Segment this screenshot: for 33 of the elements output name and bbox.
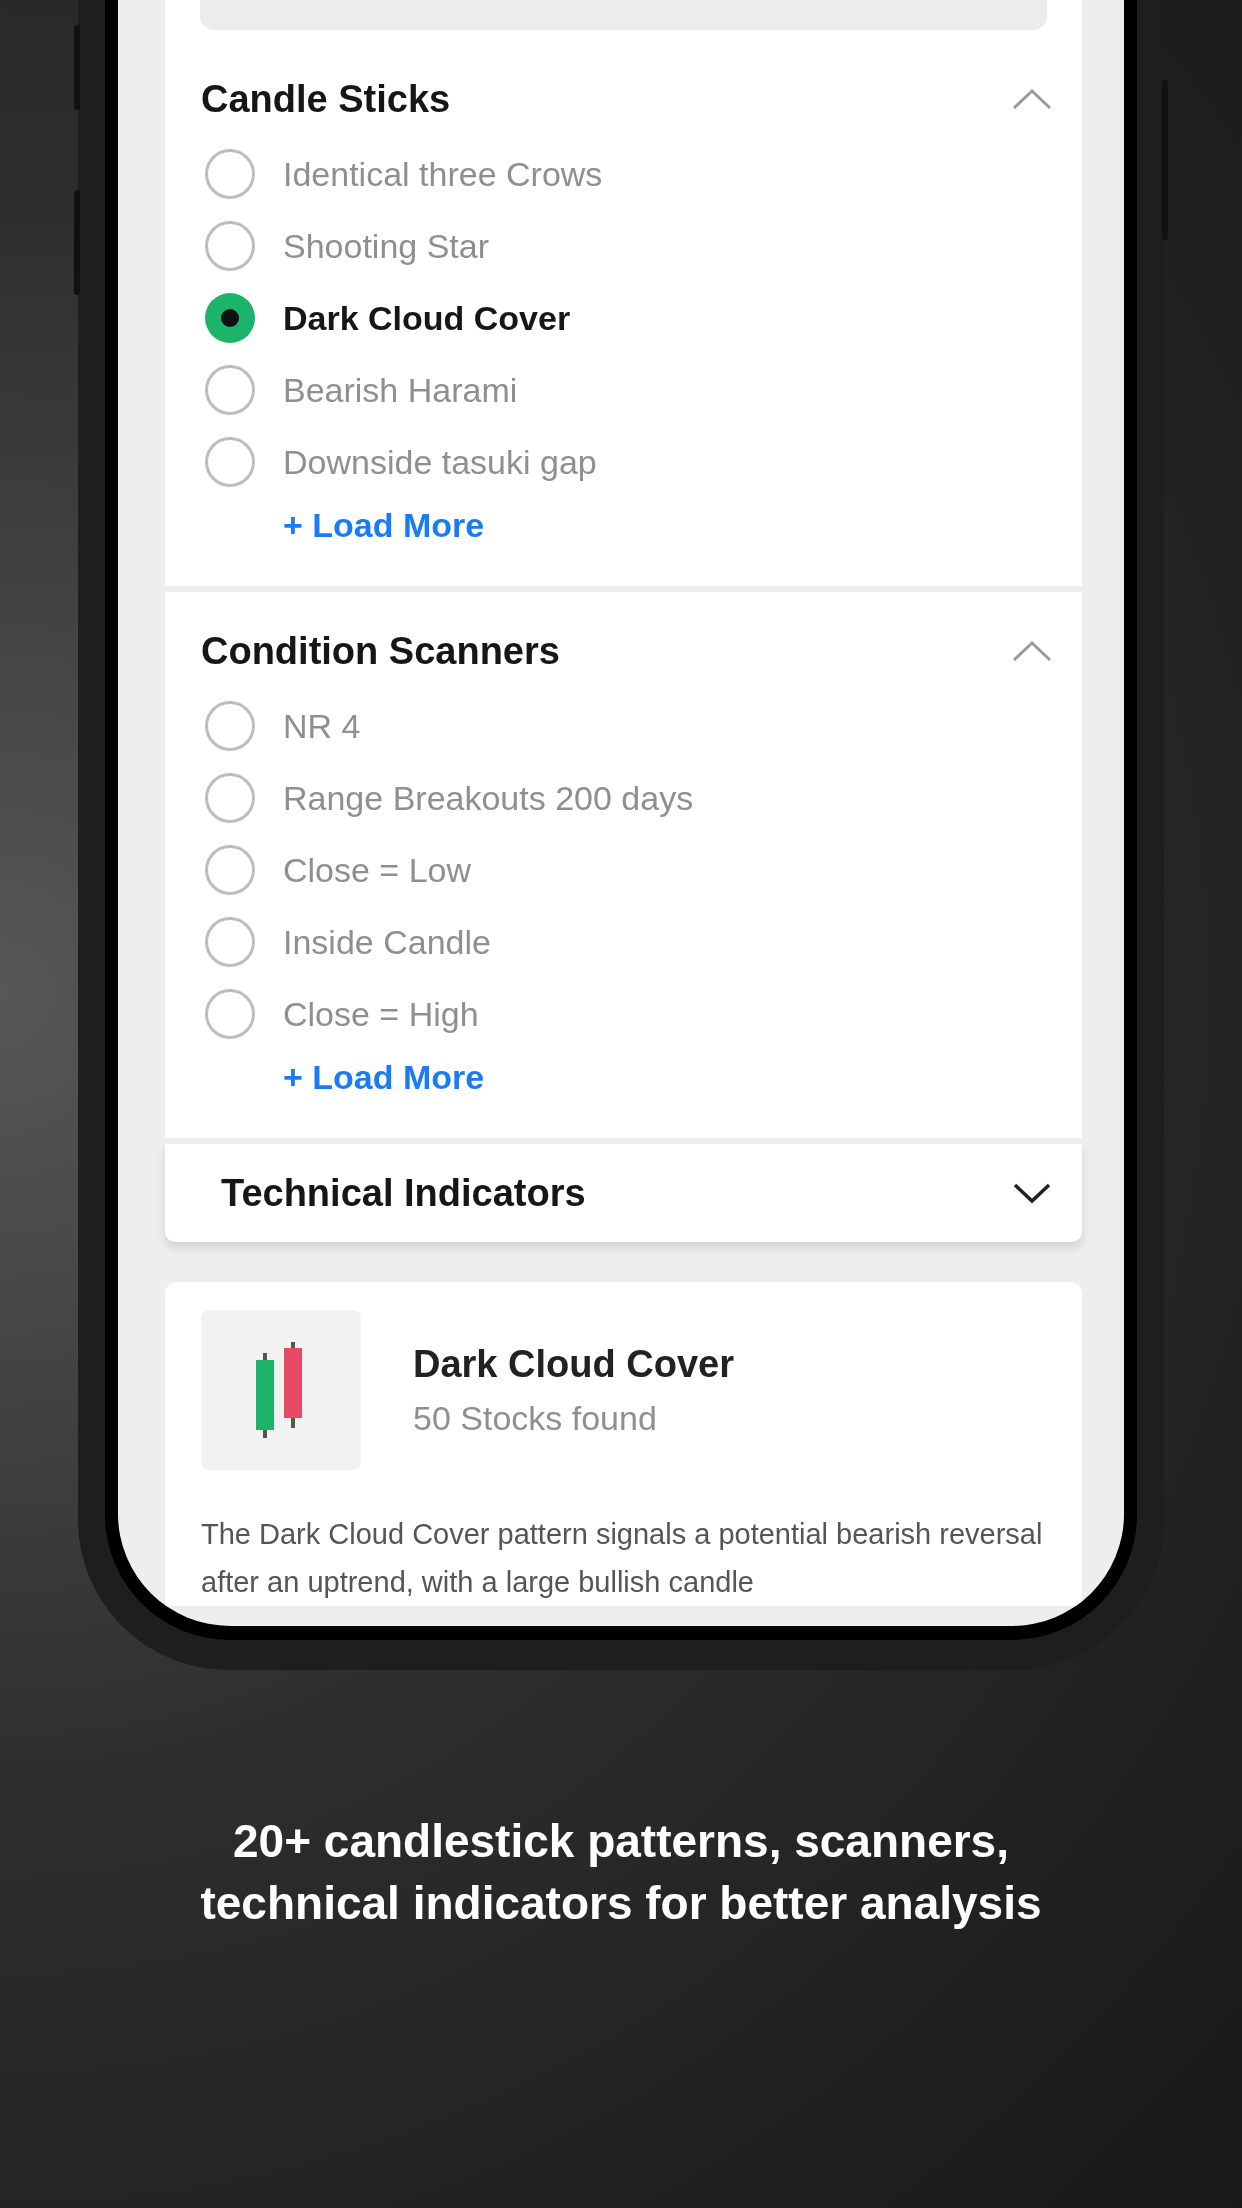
chevron-up-icon (1012, 87, 1052, 111)
result-subtitle: 50 Stocks found (413, 1401, 658, 1435)
load-more-link[interactable]: + Load More (283, 1060, 1082, 1094)
pattern-description: The Dark Cloud Cover pattern signals a potential bearish reversal after an uptrend, with a large bullish candle (201, 1517, 1044, 1600)
radio-button[interactable] (205, 989, 255, 1039)
radio-option[interactable]: NR 4 (205, 690, 1082, 762)
load-more-link[interactable]: + Load More (283, 508, 1082, 542)
chevron-down-icon (1012, 1181, 1052, 1205)
radio-option[interactable]: Shooting Star (205, 210, 1082, 282)
radio-button[interactable] (205, 221, 255, 271)
radio-option[interactable]: Close = Low (205, 834, 1082, 906)
radio-option[interactable]: Inside Candle (205, 906, 1082, 978)
radio-option[interactable]: Identical three Crows (205, 138, 1082, 210)
radio-button[interactable] (205, 365, 255, 415)
radio-button[interactable] (205, 773, 255, 823)
radio-button[interactable] (205, 917, 255, 967)
radio-button[interactable] (205, 701, 255, 751)
radio-button[interactable] (205, 149, 255, 199)
radio-button[interactable] (205, 845, 255, 895)
radio-button[interactable] (205, 437, 255, 487)
section-header[interactable]: Condition Scanners (165, 592, 1082, 690)
radio-option[interactable]: Bearish Harami (205, 354, 1082, 426)
section-header[interactable]: Candle Sticks (165, 40, 1082, 138)
result-title: Dark Cloud Cover (413, 1345, 734, 1383)
radio-option[interactable]: Dark Cloud Cover (205, 282, 1082, 354)
radio-option[interactable]: Downside tasuki gap (205, 426, 1082, 498)
caption-text: technical indicators for better analysis (200, 1876, 1042, 1931)
radio-option[interactable]: Close = High (205, 978, 1082, 1050)
caption-text: 20+ candlestick patterns, scanners, (233, 1814, 1009, 1869)
radio-option[interactable]: Range Breakouts 200 days (205, 762, 1082, 834)
chevron-up-icon (1012, 639, 1052, 663)
section-header[interactable]: Technical Indicators (165, 1144, 1082, 1242)
radio-button[interactable] (205, 293, 255, 343)
